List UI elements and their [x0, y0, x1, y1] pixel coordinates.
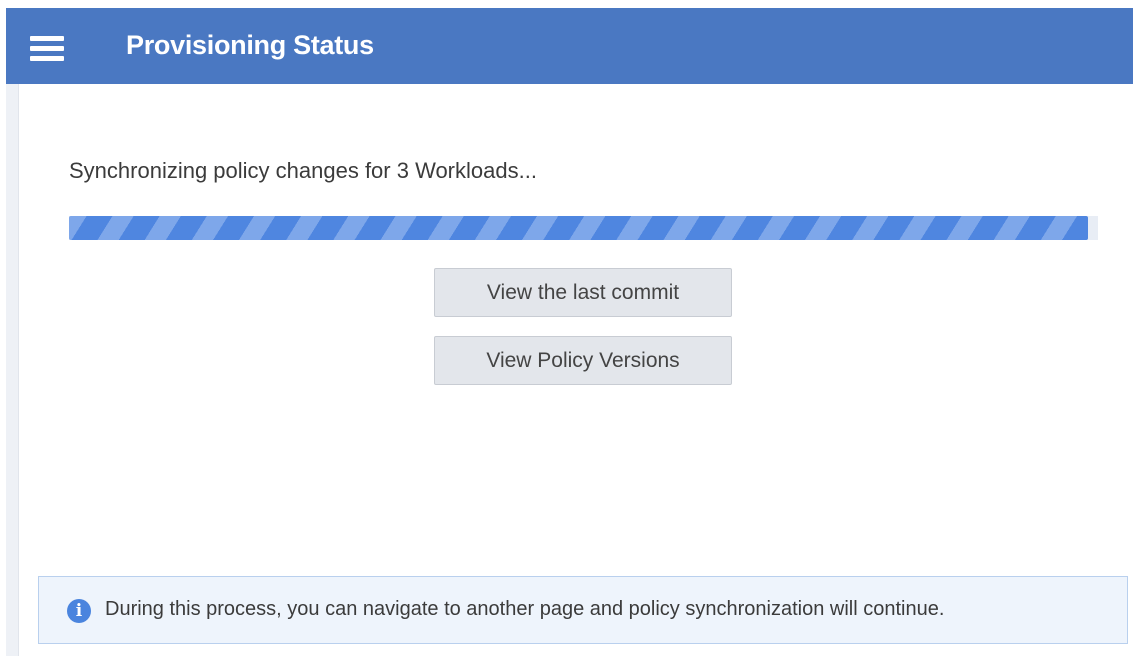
view-last-commit-button[interactable]: View the last commit: [434, 268, 732, 317]
progress-bar-fill: [69, 216, 1088, 240]
left-sidebar-edge: [6, 84, 19, 656]
hamburger-menu-icon[interactable]: [30, 36, 64, 61]
app-header: Provisioning Status: [6, 8, 1133, 84]
provisioning-status-page: Provisioning Status Synchronizing policy…: [0, 0, 1133, 656]
info-icon: i: [67, 599, 91, 623]
sync-status-text: Synchronizing policy changes for 3 Workl…: [69, 158, 537, 183]
page-title: Provisioning Status: [126, 30, 374, 60]
info-banner-text: During this process, you can navigate to…: [105, 598, 945, 620]
progress-bar: [69, 216, 1098, 240]
info-banner: i During this process, you can navigate …: [38, 576, 1128, 644]
view-policy-versions-button[interactable]: View Policy Versions: [434, 336, 732, 385]
